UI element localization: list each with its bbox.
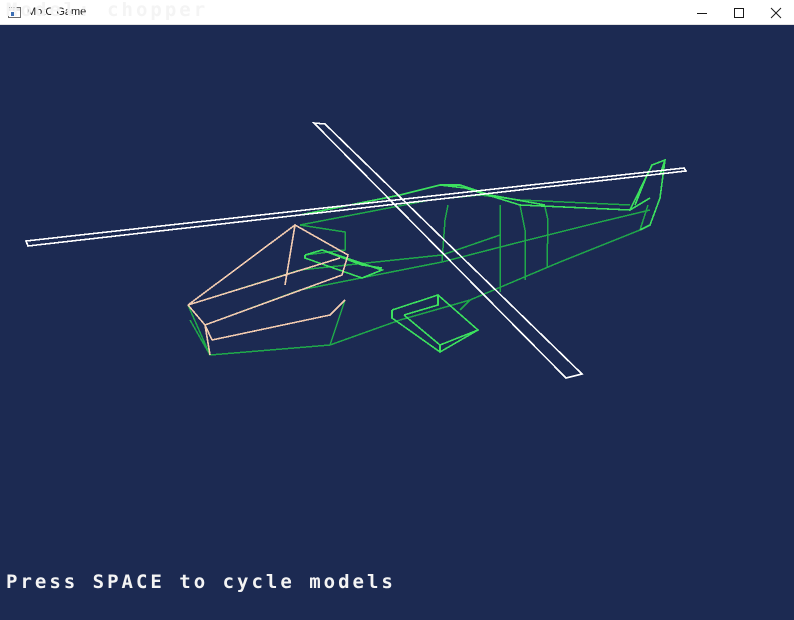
chopper-canopy bbox=[187, 224, 349, 356]
minimize-icon bbox=[696, 12, 707, 14]
chopper-wireframe-model bbox=[24, 122, 688, 379]
game-window: MotC Game Model: chopper Press SPACE to … bbox=[0, 0, 794, 620]
maximize-icon bbox=[733, 7, 744, 18]
maximize-button[interactable] bbox=[720, 0, 757, 25]
minimize-button[interactable] bbox=[683, 0, 720, 25]
cycle-models-hint: Press SPACE to cycle models bbox=[6, 571, 396, 593]
model-name-label: Model: chopper bbox=[6, 0, 209, 21]
game-canvas[interactable] bbox=[0, 25, 794, 620]
close-icon bbox=[770, 7, 781, 18]
chopper-body-back bbox=[299, 158, 666, 353]
window-controls bbox=[683, 0, 794, 25]
close-button[interactable] bbox=[757, 0, 794, 25]
